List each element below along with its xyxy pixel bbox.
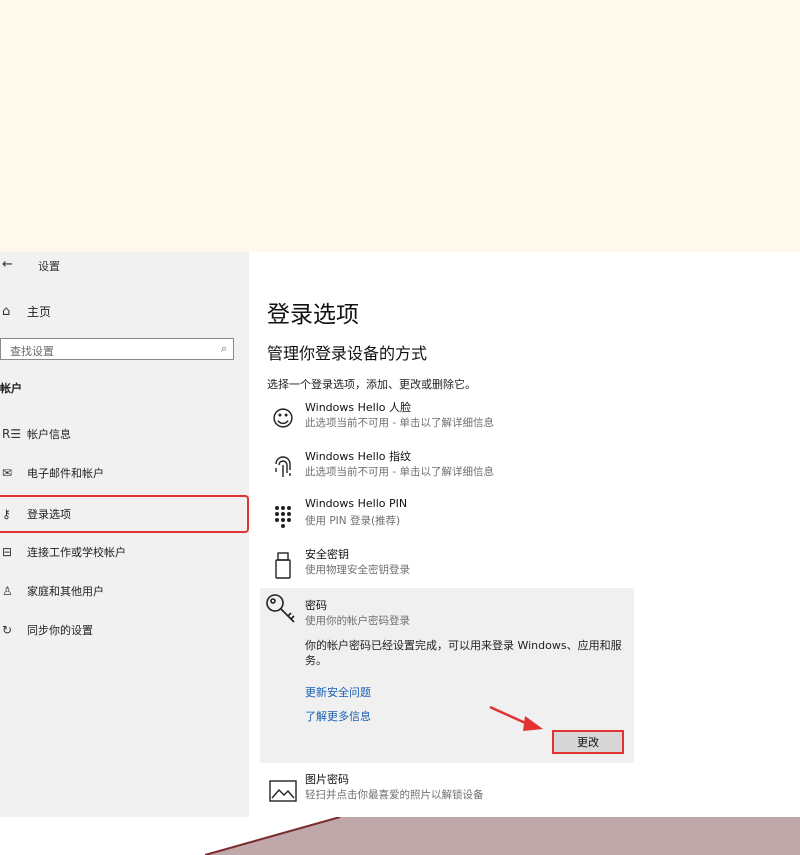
option-fingerprint[interactable]: Windows Hello 指纹 此选项当前不可用 - 单击以了解详细信息 (267, 448, 637, 488)
briefcase-icon: ⊟ (2, 545, 13, 559)
mail-icon: ✉ (2, 466, 13, 480)
option-title: Windows Hello 人脸 (305, 401, 411, 414)
back-arrow-icon[interactable]: ← (2, 257, 13, 272)
option-security-key[interactable]: 安全密钥 使用物理安全密钥登录 (267, 546, 637, 586)
sync-icon: ↻ (2, 623, 13, 637)
footer-stripe (0, 817, 341, 855)
update-security-questions-link[interactable]: 更新安全问题 (305, 684, 371, 700)
sidebar-item-sync[interactable]: ↻ 同步你的设置 (0, 611, 249, 649)
search-input[interactable]: 查找设置 ⌕ (0, 338, 234, 360)
option-picture-password[interactable]: 图片密码 轻扫并点击你最喜爱的照片以解锁设备 (267, 771, 637, 811)
key-icon (264, 592, 298, 632)
password-subtitle: 使用你的帐户密码登录 (305, 615, 410, 627)
password-body-text: 你的帐户密码已经设置完成，可以用来登录 Windows、应用和服务。 (305, 639, 622, 667)
picture-icon (267, 775, 299, 807)
usb-key-icon (267, 550, 299, 582)
option-title: 安全密钥 (305, 548, 349, 561)
search-icon: ⌕ (220, 342, 227, 355)
search-placeholder: 查找设置 (10, 345, 54, 358)
option-title: 图片密码 (305, 773, 349, 786)
window-title: 设置 (38, 260, 60, 273)
key-icon: ⚷ (2, 507, 11, 521)
option-subtitle: 轻扫并点击你最喜爱的照片以解锁设备 (305, 789, 484, 801)
page-subtitle: 管理你登录设备的方式 (267, 344, 428, 363)
home-label: 主页 (27, 304, 52, 319)
sidebar-item-label: 帐户信息 (27, 428, 71, 441)
sidebar-item-account-info[interactable]: R☰ 帐户信息 (0, 415, 249, 453)
option-pin[interactable]: Windows Hello PIN 使用 PIN 登录(推荐) (267, 497, 637, 537)
change-button[interactable]: 更改 (552, 730, 624, 754)
section-heading: 帐户 (0, 382, 22, 395)
option-subtitle: 使用物理安全密钥登录 (305, 564, 410, 576)
sidebar-item-home[interactable]: ⌂ 主页 (0, 300, 51, 322)
password-option-expanded[interactable]: 密码 使用你的帐户密码登录 你的帐户密码已经设置完成，可以用来登录 Window… (260, 588, 634, 763)
pin-keypad-icon (267, 501, 299, 533)
page-title: 登录选项 (267, 302, 359, 328)
sidebar-item-email[interactable]: ✉ 电子邮件和帐户 (0, 454, 249, 492)
top-background (0, 0, 800, 252)
sidebar-item-family[interactable]: ♙ 家庭和其他用户 (0, 572, 249, 610)
person-card-icon: R☰ (2, 427, 22, 441)
sidebar-item-label: 电子邮件和帐户 (27, 467, 104, 480)
home-icon: ⌂ (2, 303, 11, 319)
sidebar-item-label: 家庭和其他用户 (27, 585, 104, 598)
sidebar-item-label: 连接工作或学校帐户 (27, 546, 126, 559)
option-subtitle: 此选项当前不可用 - 单击以了解详细信息 (305, 466, 494, 478)
option-face[interactable]: ☺ Windows Hello 人脸 此选项当前不可用 - 单击以了解详细信息 (267, 399, 637, 439)
option-title: Windows Hello PIN (305, 497, 408, 510)
learn-more-link[interactable]: 了解更多信息 (305, 708, 371, 724)
person-add-icon: ♙ (2, 584, 13, 598)
sidebar-item-sign-in-options[interactable]: ⚷ 登录选项 (0, 495, 249, 533)
option-title: Windows Hello 指纹 (305, 450, 411, 463)
sidebar-item-label: 登录选项 (27, 508, 71, 521)
option-subtitle: 此选项当前不可用 - 单击以了解详细信息 (305, 417, 494, 429)
face-icon: ☺ (271, 406, 295, 432)
sidebar: ← 设置 ⌂ 主页 查找设置 ⌕ 帐户 R☰ 帐户信息 ✉ 电子邮件和帐户 ⚷ … (0, 252, 249, 817)
page-description: 选择一个登录选项，添加、更改或删除它。 (267, 378, 476, 391)
password-title: 密码 (305, 599, 327, 612)
option-subtitle: 使用 PIN 登录(推荐) (305, 515, 401, 527)
sidebar-item-label: 同步你的设置 (27, 624, 93, 637)
fingerprint-icon (267, 452, 299, 484)
sidebar-item-work-school[interactable]: ⊟ 连接工作或学校帐户 (0, 533, 249, 571)
